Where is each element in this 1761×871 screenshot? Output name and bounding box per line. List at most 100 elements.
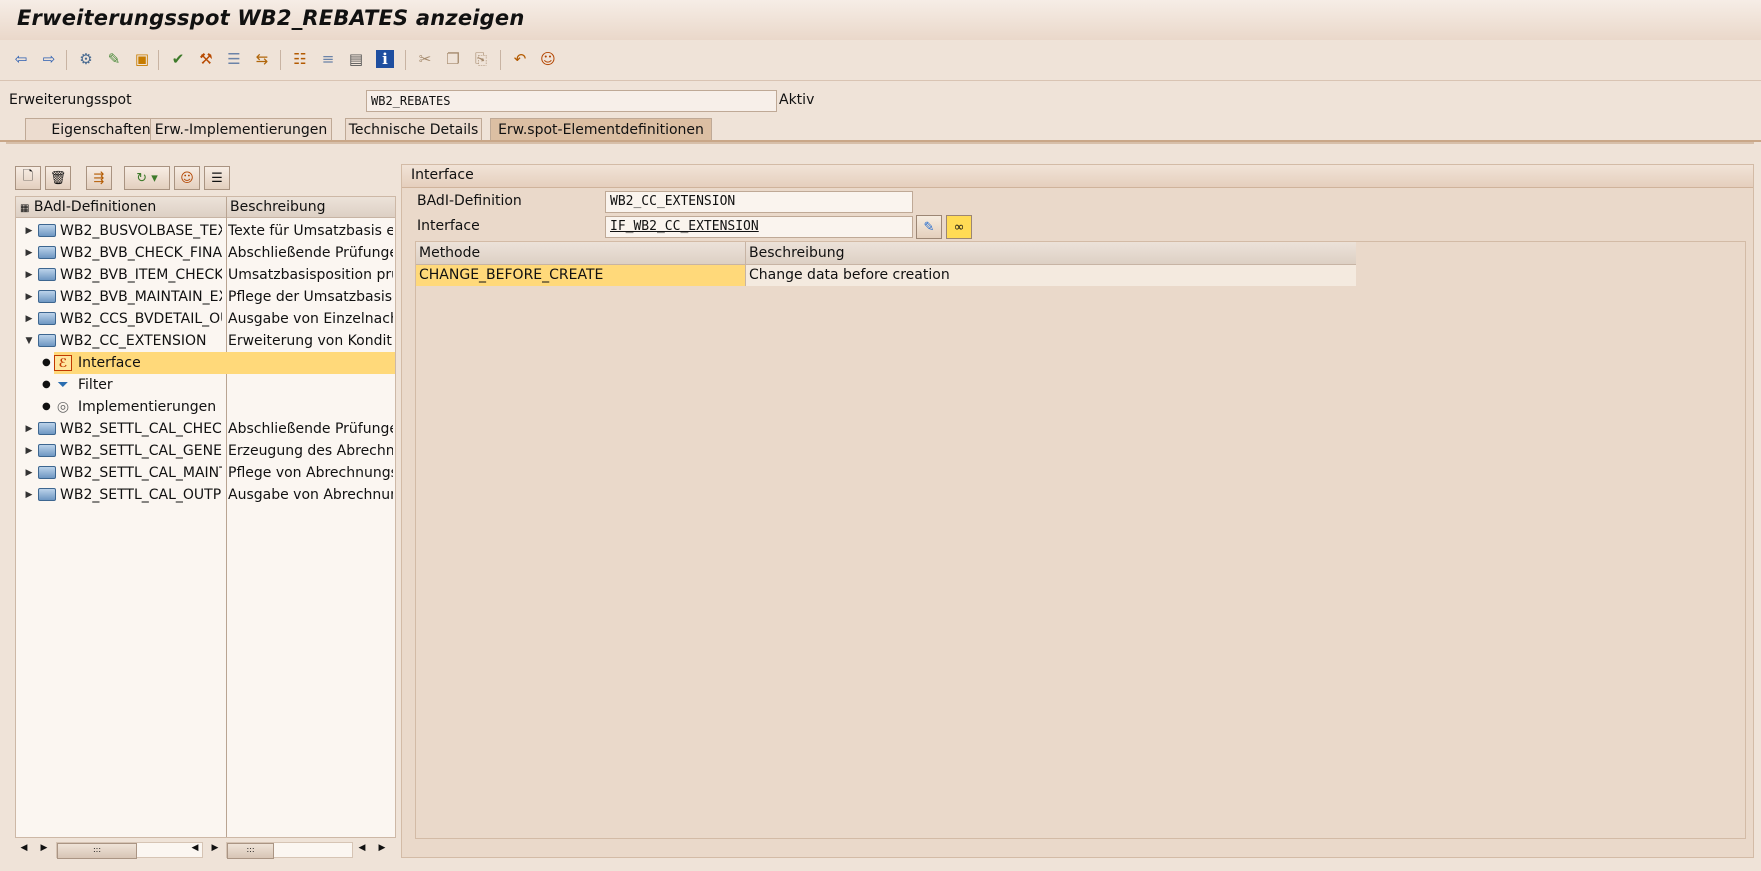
bullet-icon: ●: [42, 401, 51, 412]
badi-definition-icon: [38, 333, 56, 348]
object-list-icon[interactable]: ☷: [289, 48, 311, 70]
tree-row-name: WB2_CC_EXTENSION: [60, 333, 207, 349]
switch-display-change-icon[interactable]: ✎: [103, 48, 125, 70]
expand-arrow-icon[interactable]: ▶: [24, 418, 34, 440]
tree-row-desc: Texte für Umsatzbasis erzeugen: [228, 223, 393, 239]
expand-arrow-icon[interactable]: ▶: [24, 220, 34, 242]
status-text: Aktiv: [779, 92, 815, 108]
create-icon[interactable]: 🗋: [15, 166, 41, 190]
tree-row-desc: Ausgabe von Einzelnachweisen: [228, 311, 393, 327]
info-icon[interactable]: i: [376, 50, 394, 68]
scroll-thumb[interactable]: :::: [57, 843, 137, 859]
tree-row-name: Implementierungen: [78, 399, 217, 415]
badi-definition-field[interactable]: WB2_CC_EXTENSION: [605, 191, 913, 213]
tree-row-name: WB2_SETTL_CAL_OUTPUT: [60, 487, 222, 503]
filter-icon: ⏷: [57, 376, 69, 393]
tree-desc-hscrollbar[interactable]: ::: ◀ ▶: [226, 840, 396, 859]
edit-pencil-icon[interactable]: ✎: [916, 215, 942, 239]
spot-label: Erweiterungsspot: [9, 92, 132, 108]
expand-arrow-icon[interactable]: ▶: [24, 440, 34, 462]
expand-arrow-icon[interactable]: ▶: [24, 484, 34, 506]
tree-row[interactable]: ▶ WB2_BVB_ITEM_CHECK Umsatzbasisposition…: [16, 264, 395, 286]
tree-row-desc: Erweiterung von Konditionen: [228, 333, 393, 349]
table-row[interactable]: CHANGE_BEFORE_CREATE Change data before …: [416, 265, 1356, 286]
tree-name-hscrollbar[interactable]: ◀ ▶ ::: ◀ ▶: [18, 840, 223, 859]
expand-arrow-icon[interactable]: ▶: [24, 462, 34, 484]
implementation-icon: ◎: [56, 398, 70, 415]
tab-technische-details[interactable]: Technische Details: [345, 118, 482, 141]
users-icon[interactable]: ☺: [537, 48, 559, 70]
badi-tree: ▦ BAdI-Definitionen Beschreibung ▶ WB2_B…: [15, 196, 396, 838]
collapse-arrow-icon[interactable]: ▼: [24, 330, 34, 352]
details-icon[interactable]: ☰: [204, 166, 230, 190]
activate-icon[interactable]: ▣: [131, 48, 153, 70]
tab-elementdefinitionen[interactable]: Erw.spot-Elementdefinitionen: [490, 118, 712, 141]
glasses-display-icon[interactable]: ∞: [946, 215, 972, 239]
undo-icon[interactable]: ↶: [509, 48, 531, 70]
scroll-left-icon[interactable]: ◀: [189, 840, 201, 856]
interface-field[interactable]: IF_WB2_CC_EXTENSION: [605, 216, 913, 238]
grid-header-method[interactable]: Methode: [416, 242, 745, 264]
tree-row-name: WB2_CCS_BVDETAIL_OUT: [60, 311, 222, 327]
delete-icon[interactable]: 🗑: [45, 166, 71, 190]
cut-icon[interactable]: ✂: [414, 48, 436, 70]
tree-row-name: WB2_BUSVOLBASE_TEXTS: [60, 223, 222, 239]
scroll-left-icon[interactable]: ◀: [356, 840, 368, 856]
window-title: Erweiterungsspot WB2_REBATES anzeigen: [17, 6, 525, 30]
expand-arrow-icon[interactable]: ▶: [24, 242, 34, 264]
title-bar: Erweiterungsspot WB2_REBATES anzeigen: [0, 0, 1761, 41]
tree-node-interface[interactable]: ● ℰ Interface: [16, 352, 395, 374]
back-icon[interactable]: ⇦: [10, 48, 32, 70]
tree-row-desc: Umsatzbasisposition prüfen: [228, 267, 393, 283]
check-icon[interactable]: ✔: [167, 48, 189, 70]
tree-row-expanded[interactable]: ▼ WB2_CC_EXTENSION Erweiterung von Kondi…: [16, 330, 395, 352]
tree-row-desc: Ausgabe von Abrechnungskalendern: [228, 487, 393, 503]
paste-icon[interactable]: ⎘: [470, 48, 492, 70]
expand-icon[interactable]: ⇶: [86, 166, 112, 190]
spot-name-field[interactable]: WB2_REBATES: [366, 90, 777, 112]
badi-definition-icon: [38, 311, 56, 326]
forward-icon[interactable]: ⇨: [38, 48, 60, 70]
expand-arrow-icon[interactable]: ▶: [24, 286, 34, 308]
grid-header-desc[interactable]: Beschreibung: [746, 242, 1355, 264]
tree-node-implementierungen[interactable]: ● ◎ Implementierungen: [16, 396, 395, 418]
tree-row-name: WB2_SETTL_CAL_GENERATE: [60, 443, 222, 459]
users-icon[interactable]: ☺: [174, 166, 200, 190]
tree-node-filter[interactable]: ● ⏷ Filter: [16, 374, 395, 396]
tree-row[interactable]: ▶ WB2_CCS_BVDETAIL_OUT Ausgabe von Einze…: [16, 308, 395, 330]
tree-row[interactable]: ▶ WB2_SETTL_CAL_OUTPUT Ausgabe von Abrec…: [16, 484, 395, 506]
tree-row[interactable]: ▶ WB2_BVB_CHECK_FINAL Abschließende Prüf…: [16, 242, 395, 264]
interface-label: Interface: [417, 218, 480, 234]
tree-row-desc: Erzeugung des Abrechnungskalenders: [228, 443, 393, 459]
expand-arrow-icon[interactable]: ▶: [24, 264, 34, 286]
navigate-icon[interactable]: ⇆: [251, 48, 273, 70]
tree-header-name[interactable]: ▦ BAdI-Definitionen: [16, 197, 226, 217]
tree-row-desc: Abschließende Prüfungen: [228, 421, 393, 437]
scroll-thumb[interactable]: :::: [227, 843, 274, 859]
tree-row[interactable]: ▶ WB2_BVB_MAINTAIN_EXT Pflege der Umsatz…: [16, 286, 395, 308]
expand-arrow-icon[interactable]: ▶: [24, 308, 34, 330]
refresh-dropdown-icon[interactable]: ↻ ▾: [124, 166, 170, 190]
scroll-right-icon[interactable]: ▶: [38, 840, 50, 856]
scroll-left-icon[interactable]: ◀: [18, 840, 30, 856]
tree-row[interactable]: ▶ WB2_SETTL_CAL_CHECK Abschließende Prüf…: [16, 418, 395, 440]
tree-row-desc: Abschließende Prüfungen: [228, 245, 393, 261]
enhancement-info-icon[interactable]: ≡: [317, 48, 339, 70]
other-object-icon[interactable]: ⚙: [75, 48, 97, 70]
scroll-right-icon[interactable]: ▶: [376, 840, 388, 856]
tree-row[interactable]: ▶ WB2_SETTL_CAL_MAINTAIN Pflege von Abre…: [16, 462, 395, 484]
badi-definition-icon: [38, 245, 56, 260]
scroll-right-icon[interactable]: ▶: [209, 840, 221, 856]
tree-row-name: WB2_BVB_MAINTAIN_EXT: [60, 289, 222, 305]
tree-row[interactable]: ▶ WB2_BUSVOLBASE_TEXTS Texte für Umsatzb…: [16, 220, 395, 242]
test-icon[interactable]: ⚒: [195, 48, 217, 70]
copy-icon[interactable]: ❐: [442, 48, 464, 70]
method-cell[interactable]: CHANGE_BEFORE_CREATE: [416, 265, 745, 286]
tree-row[interactable]: ▶ WB2_SETTL_CAL_GENERATE Erzeugung des A…: [16, 440, 395, 462]
bullet-icon: ●: [42, 357, 51, 368]
tab-erw-implementierungen[interactable]: Erw.-Implementierungen: [150, 118, 332, 141]
where-used-icon[interactable]: ☰: [223, 48, 245, 70]
tab-strip: Eigenschaften Erw.-Implementierungen Tec…: [0, 116, 1761, 142]
tree-header-desc[interactable]: Beschreibung: [226, 197, 395, 217]
display-object-list-icon[interactable]: ▤: [345, 48, 367, 70]
